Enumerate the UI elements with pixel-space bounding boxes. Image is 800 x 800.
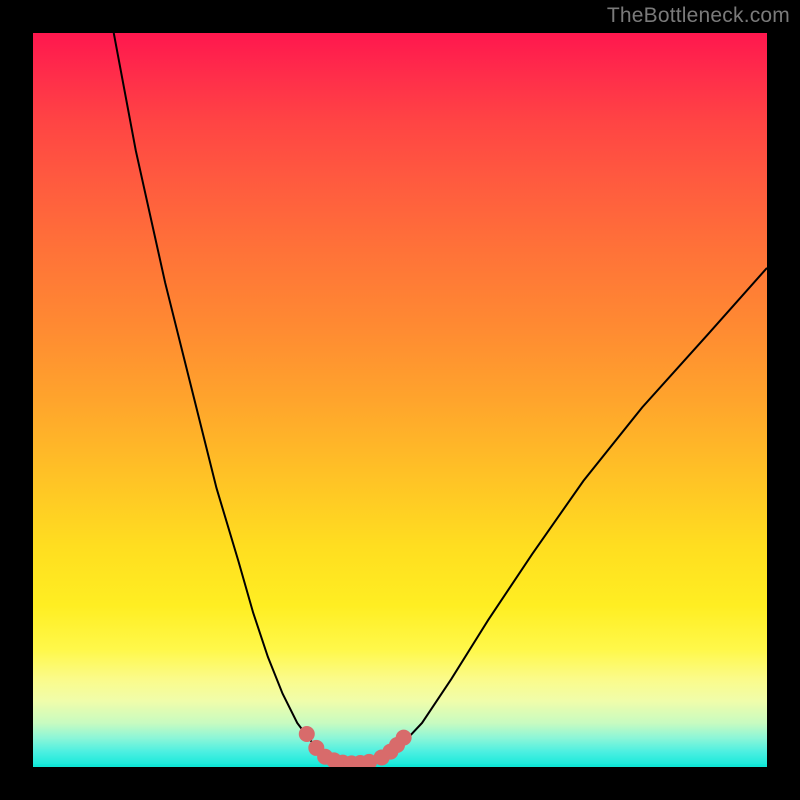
curve-marker [299,726,315,742]
watermark-text: TheBottleneck.com [607,4,790,28]
bottleneck-curve [114,33,767,763]
chart-frame: TheBottleneck.com [0,0,800,800]
chart-overlay [33,33,767,767]
marker-group [299,726,412,767]
curve-marker [396,730,412,746]
